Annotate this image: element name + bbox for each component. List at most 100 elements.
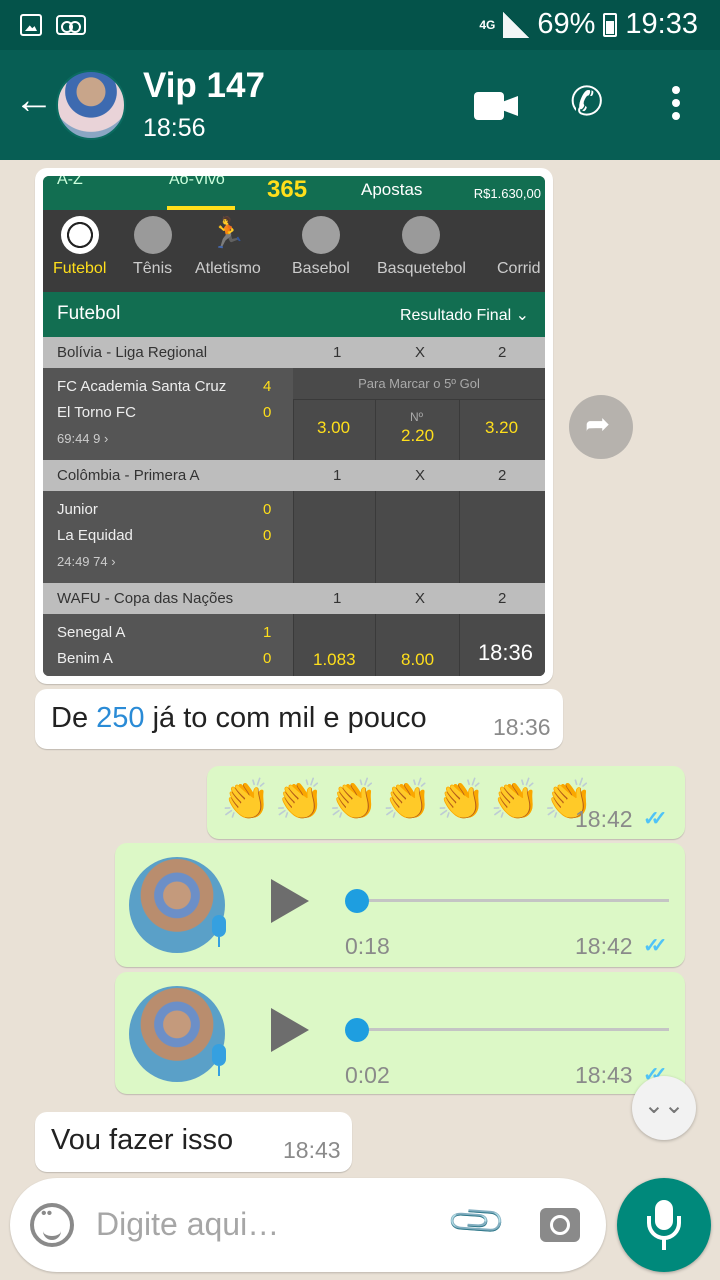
runner-icon: 🏃 <box>209 217 247 250</box>
match-clock: 24:49 74 › <box>57 554 116 569</box>
home-score: 1 <box>263 624 272 641</box>
audio-seek-knob[interactable] <box>345 889 369 913</box>
match-row: 1.083 8.00 Senegal A 1 Benim A 0 <box>43 614 545 676</box>
signal-icon <box>503 11 530 38</box>
message-time: 18:43 <box>283 1137 341 1163</box>
odd-home: 1.083 <box>313 650 356 669</box>
match-row: Para Marcar o 5º Gol 3.00 Nº 2.20 3.20 F… <box>43 368 545 460</box>
microphone-icon <box>209 1044 229 1078</box>
league-header: Colômbia - Primera A 1 X 2 <box>43 460 545 491</box>
back-arrow-icon[interactable]: ← <box>14 80 54 120</box>
tab-az: A-Z <box>57 176 83 188</box>
message-time: 18:43 <box>575 1062 633 1088</box>
scroll-to-bottom-button[interactable]: ⌄⌄ <box>632 1076 696 1140</box>
match-clock: 69:44 9 › <box>57 431 109 446</box>
voice-call-icon[interactable]: ✆ <box>570 82 604 122</box>
voicemail-icon <box>56 15 86 35</box>
odd-away: 3.20 <box>485 418 519 437</box>
battery-icon <box>603 12 618 37</box>
tab-live: Ao-Vivo <box>169 176 225 188</box>
battery-percent: 69% <box>537 8 596 40</box>
read-ticks-icon: ✓✓ <box>643 808 667 830</box>
market-filter: Resultado Final ⌄ <box>399 307 529 324</box>
away-team: El Torno FC <box>57 404 136 421</box>
status-clock: 19:33 <box>625 8 698 40</box>
home-score: 4 <box>263 378 272 395</box>
odd-home: 3.00 <box>317 418 351 437</box>
home-team: Junior <box>57 501 98 518</box>
message-text: De 250 já to com mil e pouco <box>51 702 427 734</box>
sport-football: Futebol <box>53 216 106 278</box>
network-type: 4G <box>479 17 496 32</box>
contact-avatar[interactable] <box>56 70 126 140</box>
away-team: Benim A <box>57 650 113 667</box>
home-team: FC Academia Santa Cruz <box>57 378 227 395</box>
bet-topbar: A-Z Ao-Vivo 365 Apostas R$1.630,00 <box>43 176 545 210</box>
audio-progress-track[interactable] <box>349 1028 669 1031</box>
message-time: 18:36 <box>493 714 551 740</box>
odd-draw: 8.00 <box>401 650 435 669</box>
shared-screenshot-image[interactable]: A-Z Ao-Vivo 365 Apostas R$1.630,00 Futeb… <box>43 176 545 676</box>
message-time: 18:42 <box>575 806 633 832</box>
odd-draw: 2.20 <box>401 426 435 445</box>
forward-button[interactable] <box>569 395 633 459</box>
bet-logo: 365 <box>267 176 308 203</box>
match-row: Junior 0 La Equidad 0 24:49 74 › <box>43 491 545 583</box>
clap-emoji: 👏👏👏👏👏👏👏 <box>221 778 598 822</box>
away-score: 0 <box>263 650 272 667</box>
record-voice-button[interactable] <box>617 1178 711 1272</box>
away-team: La Equidad <box>57 527 133 544</box>
status-bar: 4G 69% 19:33 <box>0 0 720 50</box>
baseball-icon <box>301 216 340 254</box>
audio-seek-knob[interactable] <box>345 1018 369 1042</box>
video-call-icon[interactable] <box>474 92 518 120</box>
sport-athletics: 🏃 Atletismo <box>195 217 261 277</box>
sport-baseball: Basebol <box>292 216 350 278</box>
tennis-ball-icon <box>133 216 172 254</box>
message-bubble[interactable]: De 250 já to com mil e pouco 18:36 <box>35 689 563 749</box>
play-icon[interactable] <box>271 1008 309 1052</box>
section-title: Futebol <box>57 303 121 324</box>
audio-progress-track[interactable] <box>349 899 669 902</box>
message-composer: Digite aqui… 📎 <box>10 1178 606 1272</box>
voice-message-bubble: 0:02 18:43 ✓✓ <box>115 972 685 1094</box>
message-time: 18:42 <box>575 933 633 959</box>
account-balance: R$1.630,00 <box>473 186 541 201</box>
away-score: 0 <box>263 527 272 544</box>
message-bubble[interactable]: Vou fazer isso 18:43 <box>35 1112 352 1172</box>
section-bar: Futebol Resultado Final ⌄ <box>43 292 545 337</box>
audio-duration: 0:18 <box>345 933 390 959</box>
away-score: 0 <box>263 404 272 421</box>
football-icon <box>60 216 99 254</box>
basketball-icon <box>402 216 441 254</box>
play-icon[interactable] <box>271 879 309 923</box>
message-bubble[interactable]: 👏👏👏👏👏👏👏 18:42 ✓✓ <box>207 766 685 839</box>
league-header: Bolívia - Liga Regional 1 X 2 <box>43 337 545 368</box>
audio-duration: 0:02 <box>345 1062 390 1088</box>
emoji-icon[interactable] <box>30 1203 74 1247</box>
more-options-icon[interactable] <box>668 86 684 126</box>
gallery-notification-icon <box>20 14 42 36</box>
sports-row: Futebol Tênis 🏃 Atletismo Basebol Basquet… <box>43 210 545 292</box>
last-seen: 18:56 <box>143 114 206 142</box>
message-text: Vou fazer isso <box>51 1124 234 1156</box>
home-score: 0 <box>263 501 272 518</box>
microphone-icon <box>209 915 229 949</box>
attach-icon[interactable]: 📎 <box>445 1190 510 1255</box>
message-input[interactable]: Digite aqui… <box>96 1206 279 1243</box>
sport-basketball: Basquetebol <box>377 216 466 278</box>
image-timestamp: 18:36 <box>477 640 533 665</box>
read-ticks-icon: ✓✓ <box>643 935 667 957</box>
home-team: Senegal A <box>57 624 126 641</box>
chat-header: ← Vip 147 18:56 ✆ <box>0 50 720 160</box>
racing-icon <box>508 216 545 254</box>
contact-name[interactable]: Vip 147 <box>143 66 265 106</box>
sport-tennis: Tênis <box>133 216 172 278</box>
league-header: WAFU - Copa das Nações 1 X 2 <box>43 583 545 614</box>
market-note: Para Marcar o 5º Gol <box>293 368 545 400</box>
camera-icon[interactable] <box>540 1208 580 1242</box>
chevron-down-icon: ⌄⌄ <box>643 1092 685 1119</box>
tab-bets: Apostas <box>361 180 423 199</box>
sport-racing: Corrid <box>497 216 545 278</box>
voice-message-bubble: 0:18 18:42 ✓✓ <box>115 843 685 967</box>
